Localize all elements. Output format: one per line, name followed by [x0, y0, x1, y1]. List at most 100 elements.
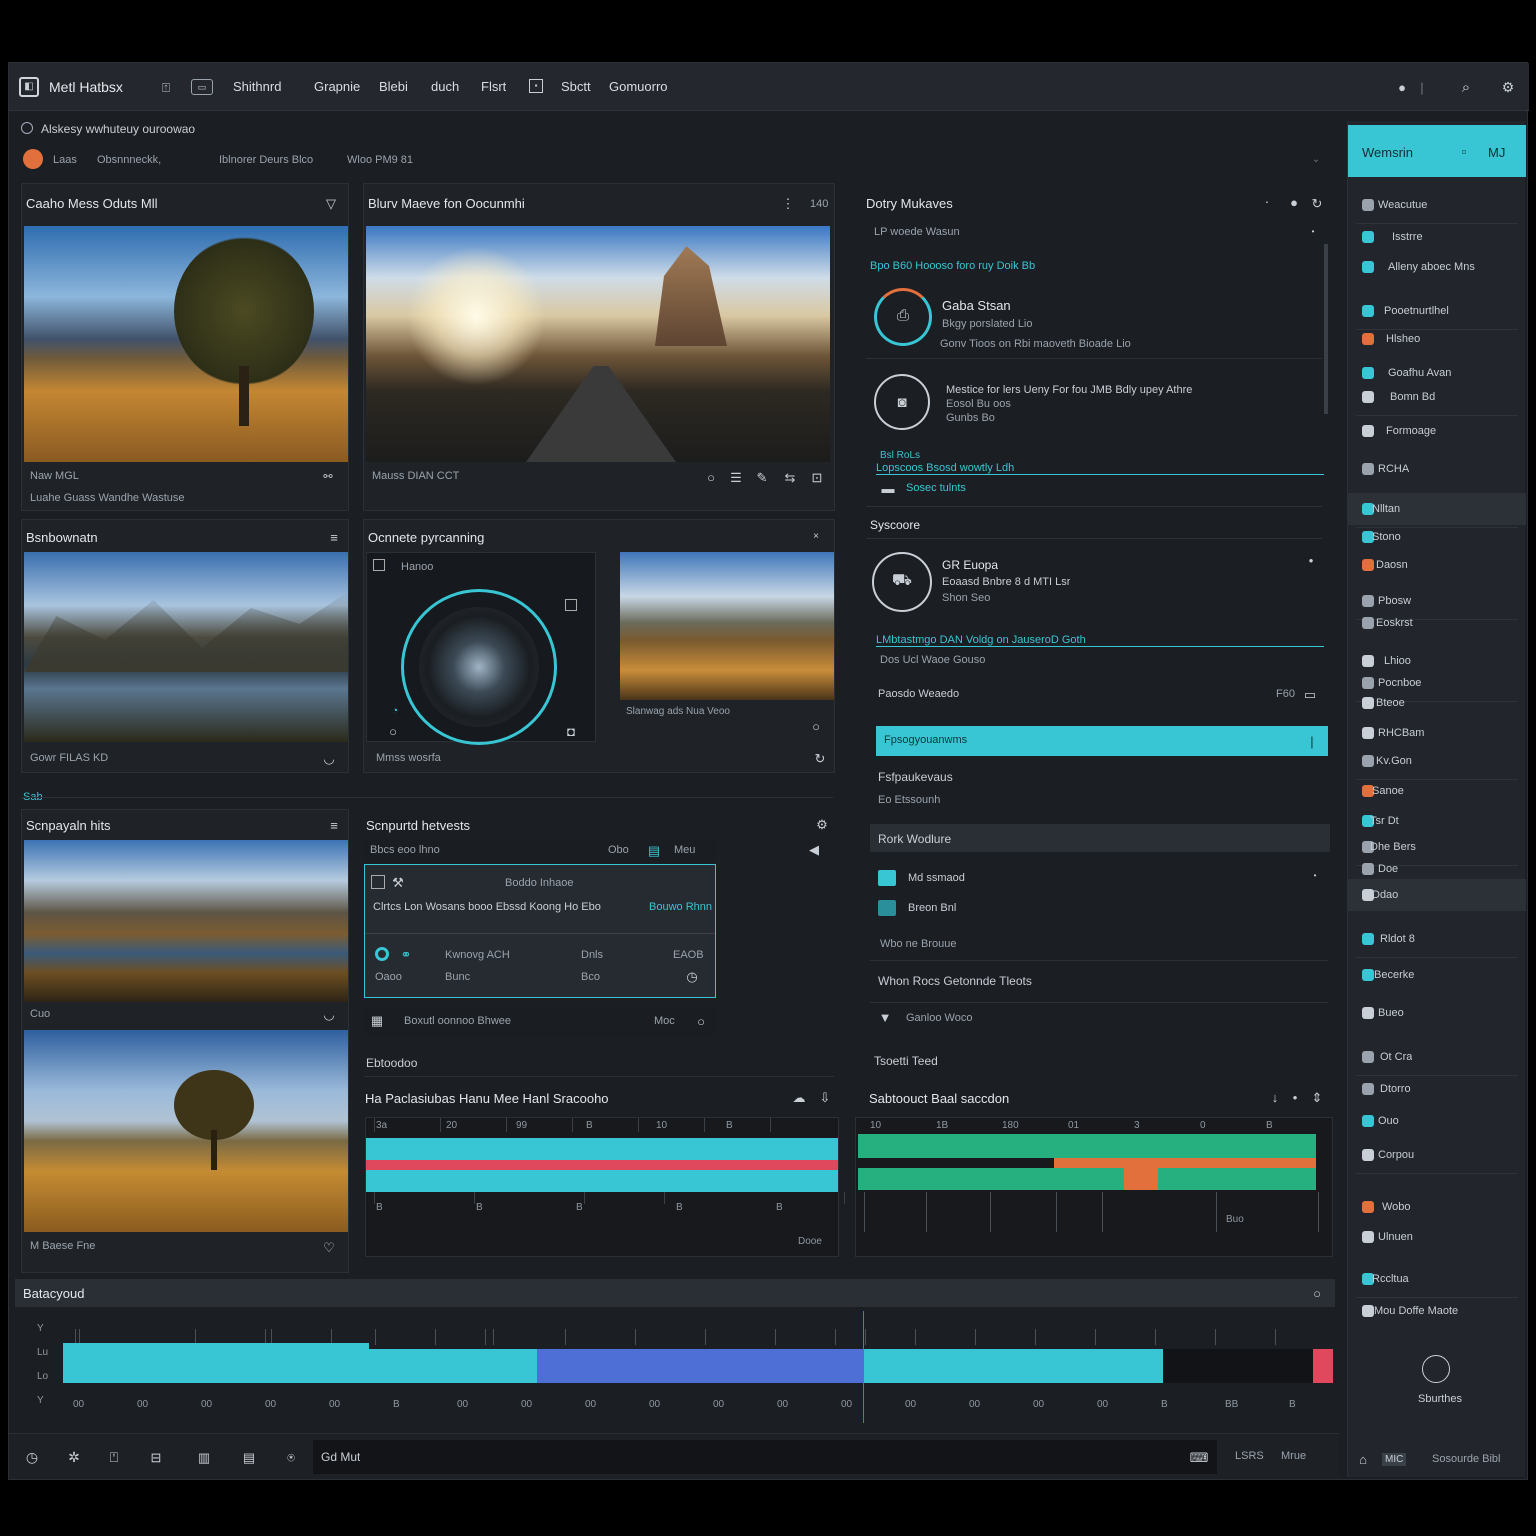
- search-icon[interactable]: ⌕: [1457, 78, 1475, 96]
- lock-icon[interactable]: ⌂: [1356, 1451, 1370, 1467]
- chart-2-plot[interactable]: 10 1B 180 01 3 0 B Buo: [855, 1117, 1333, 1257]
- right-panel-item-9[interactable]: Nlltan: [1372, 503, 1400, 515]
- window-icon[interactable]: ▭: [191, 79, 213, 95]
- add-circle-icon[interactable]: [1422, 1355, 1450, 1383]
- record-icon[interactable]: ○: [387, 725, 399, 738]
- dot-icon[interactable]: ●: [1288, 196, 1300, 209]
- menu-item-3[interactable]: duch: [431, 79, 459, 94]
- inspector-link-2a[interactable]: Bsl RoLs: [880, 450, 920, 461]
- road-image[interactable]: [366, 226, 830, 462]
- record-icon[interactable]: ○: [694, 1014, 708, 1028]
- list-item-0[interactable]: Md ssmaod: [908, 872, 965, 884]
- dot-icon[interactable]: •: [1306, 554, 1316, 567]
- box-icon[interactable]: ▪: [529, 79, 543, 93]
- filter-icon[interactable]: ▼: [878, 1010, 892, 1024]
- right-panel-item-34[interactable]: Mou Doffe Maote: [1374, 1305, 1458, 1317]
- edit-icon[interactable]: ✎: [754, 470, 770, 484]
- tree-image[interactable]: [24, 1030, 348, 1232]
- right-panel-item-13[interactable]: Eoskrst: [1376, 617, 1413, 629]
- filter-icon[interactable]: ▽: [324, 196, 338, 210]
- right-panel-item-1[interactable]: Isstrre: [1392, 231, 1423, 243]
- right-panel-item-18[interactable]: Kv.Gon: [1376, 755, 1412, 767]
- back-icon[interactable]: [21, 122, 33, 134]
- inspector-link-3[interactable]: Sosec tulnts: [906, 482, 966, 494]
- landscape-image[interactable]: [24, 226, 348, 462]
- menu-item-4[interactable]: Flsrt: [481, 79, 506, 94]
- bookmark-icon[interactable]: ⊡: [810, 470, 824, 484]
- right-panel-item-20[interactable]: Tsr Dt: [1370, 815, 1399, 827]
- more-icon[interactable]: ⋮: [782, 196, 795, 210]
- subtoolbar-item-1[interactable]: Obsnnneckk,: [97, 154, 161, 166]
- square-icon[interactable]: ▫: [1458, 145, 1470, 158]
- right-panel-item-12[interactable]: Pbosw: [1378, 595, 1411, 607]
- keyboard-icon[interactable]: ⌨: [1190, 1450, 1209, 1464]
- right-panel-item-11[interactable]: Daosn: [1376, 559, 1408, 571]
- gear-icon[interactable]: ✲: [65, 1448, 83, 1466]
- gallery-card-3[interactable]: Bsnbownatn ≡ Gowr FILAS KD ◡: [21, 519, 349, 773]
- film-icon[interactable]: ▦: [370, 1014, 384, 1027]
- right-panel-item-17[interactable]: RHCBam: [1378, 727, 1424, 739]
- gallery-card-1[interactable]: Caaho Mess Oduts Mll ▽ Naw MGL ⚯ Luahe G…: [21, 183, 349, 511]
- notification-icon[interactable]: ●: [1395, 79, 1409, 95]
- inspector-link-1[interactable]: Bpo B60 Hoooso foro ruy Doik Bb: [870, 260, 1035, 272]
- dot-icon[interactable]: •: [1289, 1091, 1301, 1104]
- timeline-track[interactable]: Y Lu Lo Y 00 00 00 00 00 B 00 00 00 00 00 00 00 00 00 00 00 B…: [15, 1311, 1335, 1431]
- chart-1-plot[interactable]: 3a 20 99 B 10 B B B B B B Dooe: [365, 1117, 845, 1257]
- right-panel-header[interactable]: Wemsrin ▫ MJ: [1348, 125, 1526, 177]
- play-back-icon[interactable]: ◀: [808, 842, 820, 856]
- right-panel-item-22[interactable]: Doe: [1378, 863, 1398, 875]
- checkbox-icon[interactable]: [878, 900, 896, 916]
- command-input[interactable]: Gd Mut ⌨: [313, 1440, 1217, 1474]
- collapse-icon[interactable]: ⌄: [1309, 153, 1323, 167]
- right-panel-item-26[interactable]: Bueo: [1378, 1007, 1404, 1019]
- refresh-icon[interactable]: ↻: [814, 752, 826, 765]
- right-panel-item-6[interactable]: Bomn Bd: [1390, 391, 1435, 403]
- bold-icon[interactable]: ⊟: [147, 1448, 165, 1466]
- clock-icon[interactable]: ◷: [685, 969, 699, 983]
- right-panel-item-14[interactable]: Lhioo: [1384, 655, 1411, 667]
- breadcrumb[interactable]: Alskesy wwhuteuy ouroowao: [41, 122, 195, 136]
- menu-icon[interactable]: ≡: [328, 818, 340, 832]
- right-panel-item-25[interactable]: Becerke: [1374, 969, 1414, 981]
- tool-icon[interactable]: ⚒: [391, 875, 405, 889]
- camera-preview[interactable]: Hanoo ◔ ○ ◘: [366, 552, 596, 745]
- heart-icon[interactable]: ♡: [322, 1240, 336, 1254]
- right-panel-item-10[interactable]: Stono: [1372, 531, 1401, 543]
- image-icon[interactable]: ▤: [646, 844, 662, 857]
- sort-icon[interactable]: ↓: [1269, 1091, 1281, 1104]
- aperture-icon[interactable]: ◔: [387, 703, 403, 719]
- right-panel-item-7[interactable]: Formoage: [1386, 425, 1436, 437]
- square-icon[interactable]: [565, 599, 577, 611]
- settings-icon[interactable]: ⚙: [1499, 78, 1517, 96]
- scrollbar[interactable]: [1324, 244, 1328, 414]
- cloud-icon[interactable]: ☁: [793, 1091, 806, 1104]
- gallery-card-6[interactable]: Scnpayaln hits ≡ Cuo ◡ M Baese Fne ♡: [21, 809, 349, 1273]
- tag-icon[interactable]: ⍟: [283, 1448, 299, 1466]
- right-panel-item-23[interactable]: Ddao: [1372, 889, 1398, 901]
- menu-item-5[interactable]: Sbctt: [561, 79, 591, 94]
- frame-icon[interactable]: [371, 875, 385, 889]
- editor-box[interactable]: ⚒ Boddo Inhaoe Clrtcs Lon Wosans booo Eb…: [364, 864, 716, 998]
- info-icon[interactable]: ○: [704, 470, 718, 484]
- right-panel-item-16[interactable]: Bteoe: [1376, 697, 1405, 709]
- frame-icon[interactable]: [373, 559, 385, 571]
- lake-image[interactable]: [24, 552, 348, 742]
- pin-icon[interactable]: ⍐: [159, 79, 173, 95]
- gallery-card-4[interactable]: Ocnnete pyrcanning × Hanoo ◔ ○ ◘ Slanwag…: [363, 519, 835, 773]
- download-icon[interactable]: ⇩: [819, 1091, 831, 1104]
- table-icon[interactable]: ▤: [239, 1448, 259, 1466]
- menu-item-1[interactable]: Grapnie: [314, 79, 360, 94]
- settings-small-icon[interactable]: ○: [1311, 1287, 1323, 1300]
- right-panel-item-27[interactable]: Ot Cra: [1380, 1051, 1412, 1063]
- right-panel-item-31[interactable]: Wobo: [1382, 1201, 1411, 1213]
- grid-icon[interactable]: ▭: [1304, 688, 1316, 701]
- more-icon[interactable]: ⋅: [1262, 196, 1272, 209]
- info-small-icon[interactable]: ○: [810, 720, 822, 733]
- right-panel-item-15[interactable]: Pocnboe: [1378, 677, 1421, 689]
- clock-icon[interactable]: ◷: [23, 1448, 41, 1466]
- list-icon[interactable]: ☰: [728, 470, 744, 484]
- right-panel-item-0[interactable]: Weacutue: [1378, 199, 1427, 211]
- menu-icon[interactable]: ≡: [328, 530, 340, 544]
- right-panel-item-4[interactable]: Hlsheo: [1386, 333, 1420, 345]
- link-icon[interactable]: ⚯: [320, 470, 336, 484]
